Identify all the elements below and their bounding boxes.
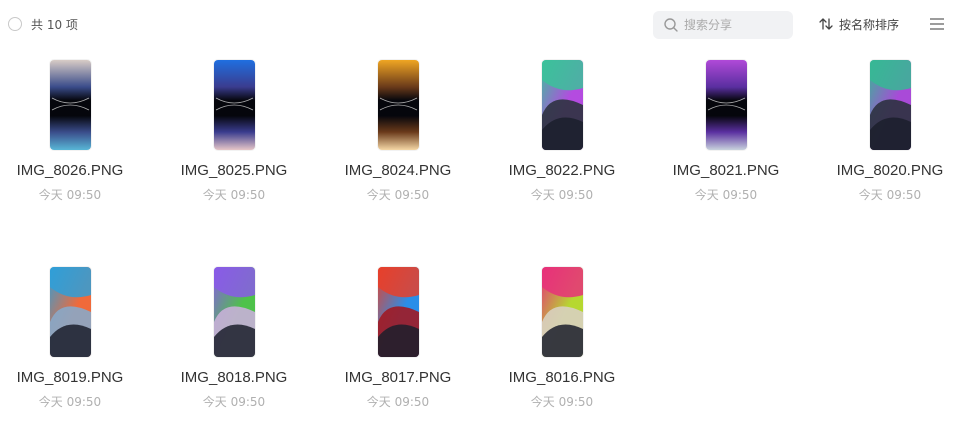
- file-item[interactable]: IMG_8020.PNG 今天 09:50: [820, 50, 953, 225]
- file-date: 今天 09:50: [366, 188, 430, 202]
- item-count: 共 10 项: [31, 18, 78, 32]
- search-icon: [664, 18, 678, 32]
- file-thumbnail[interactable]: [706, 60, 747, 150]
- toolbar: 共 10 项 按名称排序: [0, 0, 953, 50]
- file-date: 今天 09:50: [202, 395, 266, 409]
- wallpaper-preview-icon: [706, 60, 747, 150]
- file-thumbnail[interactable]: [50, 267, 91, 357]
- file-thumbnail[interactable]: [542, 267, 583, 357]
- file-date: 今天 09:50: [38, 395, 102, 409]
- wallpaper-preview-icon: [542, 60, 583, 150]
- file-date: 今天 09:50: [530, 188, 594, 202]
- wallpaper-preview-icon: [378, 267, 419, 357]
- wallpaper-preview-icon: [542, 267, 583, 357]
- file-thumbnail[interactable]: [50, 60, 91, 150]
- search-box[interactable]: [653, 11, 793, 39]
- file-name: IMG_8026.PNG: [16, 162, 124, 179]
- file-name: IMG_8019.PNG: [16, 369, 124, 386]
- file-name: IMG_8022.PNG: [508, 162, 616, 179]
- file-item[interactable]: IMG_8026.PNG 今天 09:50: [0, 50, 140, 225]
- sort-icon: [819, 18, 833, 30]
- wallpaper-preview-icon: [214, 60, 255, 150]
- file-date: 今天 09:50: [38, 188, 102, 202]
- file-name: IMG_8025.PNG: [180, 162, 288, 179]
- file-name: IMG_8021.PNG: [672, 162, 780, 179]
- file-name: IMG_8024.PNG: [344, 162, 452, 179]
- file-date: 今天 09:50: [202, 188, 266, 202]
- file-name: IMG_8020.PNG: [836, 162, 944, 179]
- file-thumbnail[interactable]: [214, 267, 255, 357]
- file-date: 今天 09:50: [366, 395, 430, 409]
- file-item[interactable]: IMG_8018.PNG 今天 09:50: [164, 257, 304, 432]
- file-item[interactable]: IMG_8022.PNG 今天 09:50: [492, 50, 632, 225]
- file-thumbnail[interactable]: [542, 60, 583, 150]
- file-thumbnail[interactable]: [378, 60, 419, 150]
- wallpaper-preview-icon: [50, 267, 91, 357]
- wallpaper-preview-icon: [214, 267, 255, 357]
- file-item[interactable]: IMG_8024.PNG 今天 09:50: [328, 50, 468, 225]
- file-thumbnail[interactable]: [870, 60, 911, 150]
- sort-label: 按名称排序: [839, 17, 900, 32]
- file-name: IMG_8018.PNG: [180, 369, 288, 386]
- file-date: 今天 09:50: [694, 188, 758, 202]
- file-date: 今天 09:50: [858, 188, 922, 202]
- select-all-checkbox[interactable]: [8, 17, 22, 31]
- wallpaper-preview-icon: [50, 60, 91, 150]
- file-item[interactable]: IMG_8017.PNG 今天 09:50: [328, 257, 468, 432]
- file-item[interactable]: IMG_8021.PNG 今天 09:50: [656, 50, 796, 225]
- sort-button[interactable]: 按名称排序: [818, 14, 899, 34]
- file-item[interactable]: IMG_8025.PNG 今天 09:50: [164, 50, 304, 225]
- file-thumbnail[interactable]: [378, 267, 419, 357]
- file-thumbnail[interactable]: [214, 60, 255, 150]
- wallpaper-preview-icon: [378, 60, 419, 150]
- file-item[interactable]: IMG_8019.PNG 今天 09:50: [0, 257, 140, 432]
- search-input[interactable]: [684, 11, 784, 39]
- file-date: 今天 09:50: [530, 395, 594, 409]
- file-name: IMG_8016.PNG: [508, 369, 616, 386]
- menu-icon[interactable]: [929, 17, 945, 31]
- file-name: IMG_8017.PNG: [344, 369, 452, 386]
- file-item[interactable]: IMG_8016.PNG 今天 09:50: [492, 257, 632, 432]
- wallpaper-preview-icon: [870, 60, 911, 150]
